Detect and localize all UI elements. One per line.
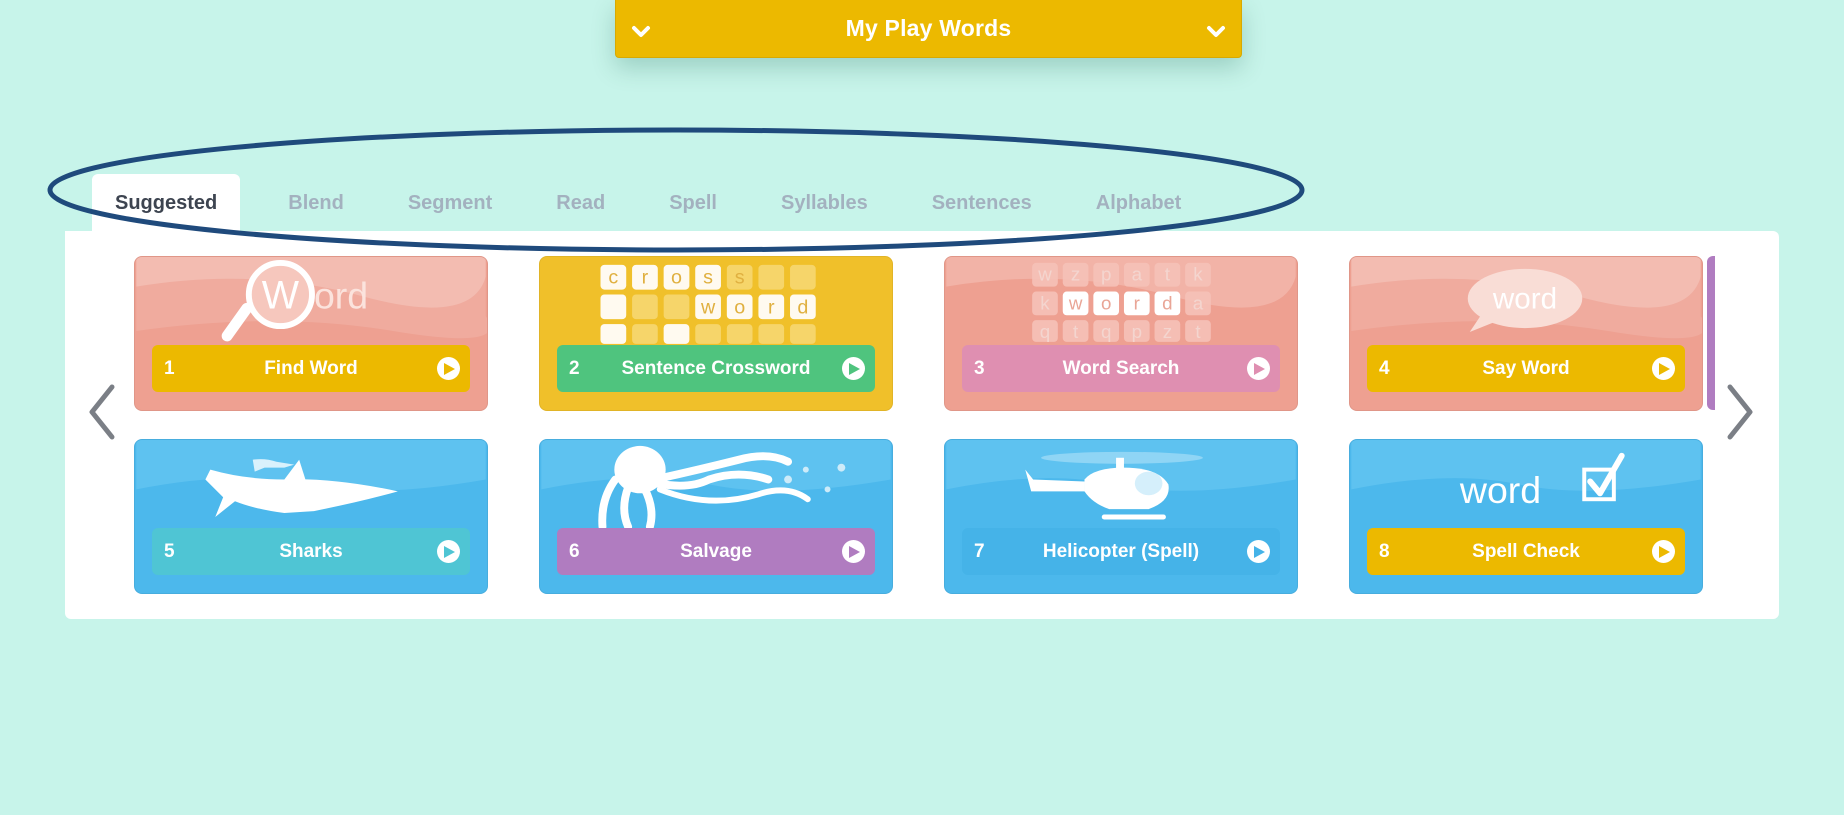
tab-read[interactable]: Read (524, 174, 637, 232)
game-label: 8 Spell Check (1367, 528, 1685, 575)
game-label: 5 Sharks (152, 528, 470, 575)
svg-text:s: s (703, 267, 713, 289)
tab-blend[interactable]: Blend (256, 174, 376, 232)
tab-alphabet[interactable]: Alphabet (1064, 174, 1214, 232)
game-card-find-word[interactable]: W ord 1 Find Word (134, 256, 488, 411)
svg-text:r: r (642, 267, 649, 289)
svg-text:a: a (1193, 292, 1204, 313)
chevron-down-icon[interactable] (1203, 19, 1229, 45)
game-name: Sentence Crossword (621, 357, 811, 379)
game-label: 1 Find Word (152, 345, 470, 392)
play-icon[interactable] (842, 357, 865, 380)
tab-segment[interactable]: Segment (376, 174, 524, 232)
svg-text:p: p (1132, 321, 1142, 342)
game-name: Spell Check (1472, 540, 1580, 562)
game-number: 8 (1379, 541, 1390, 562)
svg-text:z: z (1163, 321, 1172, 342)
svg-text:o: o (734, 296, 745, 318)
game-card-sentence-crossword[interactable]: cross word 2 Sentence Crossword (539, 256, 893, 411)
tab-spell[interactable]: Spell (637, 174, 749, 232)
svg-text:word: word (1459, 469, 1541, 511)
word-list-dropdown[interactable]: My Play Words (615, 0, 1242, 58)
svg-text:r: r (1134, 292, 1140, 313)
chevron-left-icon[interactable] (84, 381, 120, 443)
game-card-say-word[interactable]: word 4 Say Word (1349, 256, 1703, 411)
game-category-tabs: Suggested Blend Segment Read Spell Sylla… (92, 174, 1213, 232)
game-name: Say Word (1482, 357, 1570, 379)
svg-text:q: q (1040, 321, 1050, 342)
game-card-spell-check[interactable]: word 8 Spell Check (1349, 439, 1703, 594)
game-card-word-search[interactable]: wzpatk ka qtqpzt word 3 Word Search (944, 256, 1298, 411)
svg-text:d: d (1162, 292, 1172, 313)
svg-text:w: w (1037, 264, 1052, 285)
svg-text:w: w (1068, 292, 1083, 313)
game-card-helicopter-spell[interactable]: 7 Helicopter (Spell) (944, 439, 1298, 594)
svg-text:q: q (1101, 321, 1111, 342)
svg-text:s: s (735, 267, 745, 289)
svg-text:t: t (1073, 321, 1079, 342)
chevron-right-icon[interactable] (1722, 381, 1758, 443)
svg-text:o: o (671, 267, 682, 289)
game-name: Word Search (1062, 357, 1180, 379)
game-card-salvage[interactable]: 6 Salvage (539, 439, 893, 594)
game-name: Sharks (279, 540, 343, 562)
svg-text:W: W (262, 273, 300, 317)
svg-text:w: w (700, 296, 716, 318)
svg-text:a: a (1132, 264, 1143, 285)
next-card-peek[interactable] (1707, 256, 1715, 410)
svg-text:k: k (1193, 264, 1203, 285)
play-icon[interactable] (1652, 540, 1675, 563)
play-icon[interactable] (1247, 357, 1270, 380)
tab-suggested[interactable]: Suggested (92, 174, 241, 232)
game-label: 2 Sentence Crossword (557, 345, 875, 392)
tab-sentences[interactable]: Sentences (900, 174, 1064, 232)
play-icon[interactable] (842, 540, 865, 563)
svg-text:r: r (768, 296, 775, 318)
svg-text:ord: ord (314, 274, 368, 316)
chevron-down-icon[interactable] (628, 19, 654, 45)
game-number: 6 (569, 541, 580, 562)
svg-text:k: k (1040, 292, 1050, 313)
game-number: 3 (974, 358, 985, 379)
svg-text:t: t (1165, 264, 1171, 285)
svg-text:t: t (1195, 321, 1201, 342)
svg-text:c: c (608, 267, 618, 289)
game-number: 2 (569, 358, 580, 379)
game-label: 3 Word Search (962, 345, 1280, 392)
tab-syllables[interactable]: Syllables (749, 174, 900, 232)
play-icon[interactable] (1247, 540, 1270, 563)
game-card-sharks[interactable]: 5 Sharks (134, 439, 488, 594)
game-name: Salvage (680, 540, 752, 562)
game-number: 5 (164, 541, 175, 562)
word-list-title: My Play Words (845, 15, 1012, 41)
svg-text:z: z (1071, 264, 1080, 285)
svg-text:word: word (1492, 282, 1557, 315)
game-number: 4 (1379, 358, 1390, 379)
game-label: 6 Salvage (557, 528, 875, 575)
svg-text:p: p (1101, 264, 1111, 285)
svg-text:o: o (1101, 292, 1111, 313)
play-icon[interactable] (1652, 357, 1675, 380)
game-number: 1 (164, 358, 175, 379)
play-icon[interactable] (437, 357, 460, 380)
game-name: Helicopter (Spell) (1042, 540, 1200, 562)
game-number: 7 (974, 541, 985, 562)
game-label: 7 Helicopter (Spell) (962, 528, 1280, 575)
game-label: 4 Say Word (1367, 345, 1685, 392)
game-name: Find Word (264, 357, 358, 379)
play-icon[interactable] (437, 540, 460, 563)
svg-text:d: d (797, 296, 808, 318)
